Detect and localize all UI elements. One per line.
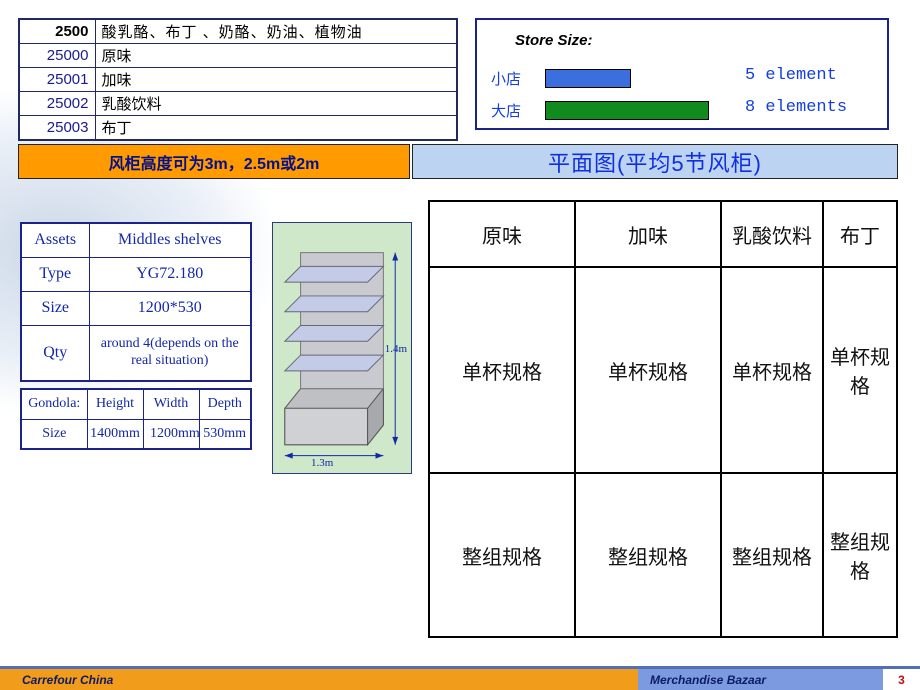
category-name: 乳酸饮料 [95,92,457,116]
size-label: Size [21,291,89,325]
footer-bar: Carrefour China Merchandise Bazaar 3 [0,666,920,690]
small-store-bar [545,69,631,88]
assets-label: Assets [21,223,89,257]
table-row: 整组规格 整组规格 整组规格 整组规格 [429,473,897,637]
plano-header: 加味 [575,201,721,267]
gondola-overlay-text: 1200mm 530mm [150,426,246,442]
plano-cell: 单杯规格 [575,267,721,473]
category-table: 2500 酸乳酪、布丁 、奶酪、奶油、植物油 25000 原味 25001 加味… [18,18,458,141]
category-name: 酸乳酪、布丁 、奶酪、奶油、植物油 [95,19,457,44]
table-row: 25001 加味 [19,68,457,92]
large-store-count: 8 elements [745,98,847,117]
plano-cell: 单杯规格 [429,267,575,473]
banner-planogram-title: 平面图(平均5节风柜) [412,144,898,179]
shelf-height-label: 1.4m [385,343,407,355]
category-code: 2500 [19,19,95,44]
store-size-row-large: 大店 [491,98,709,122]
store-size-panel: Store Size: 小店 大店 5 element 8 elements [475,18,889,130]
assets-panel: Assets Middles shelves Type YG72.180 Siz… [20,222,252,450]
banner-height-note: 风柜高度可为3m，2.5m或2m [18,144,410,179]
type-value: YG72.180 [89,257,251,291]
plano-cell: 整组规格 [429,473,575,637]
assets-value: Middles shelves [89,223,251,257]
gondola-h3: Depth [199,389,251,419]
store-size-row-small: 小店 [491,66,631,90]
table-row: 原味 加味 乳酸饮料 布丁 [429,201,897,267]
footer-mid: Merchandise Bazaar [638,669,883,690]
plano-cell: 单杯规格 [721,267,823,473]
qty-label: Qty [21,325,89,381]
table-row: 25002 乳酸饮料 [19,92,457,116]
plano-header: 原味 [429,201,575,267]
table-row: 2500 酸乳酪、布丁 、奶酪、奶油、植物油 [19,19,457,44]
gondola-h0: Gondola: [21,389,87,419]
gondola-v1: 1400mm [87,419,143,449]
gondola-h2: Width [143,389,199,419]
category-code: 25003 [19,116,95,141]
type-label: Type [21,257,89,291]
category-code: 25000 [19,44,95,68]
small-store-count: 5 element [745,66,837,85]
category-name: 原味 [95,44,457,68]
large-store-label: 大店 [491,100,545,121]
gondola-v0: Size [21,419,87,449]
plano-header: 布丁 [823,201,897,267]
shelf-width-label: 1.3m [311,457,333,469]
table-row: 25000 原味 [19,44,457,68]
category-code: 25001 [19,68,95,92]
store-size-title: Store Size: [515,32,593,49]
small-store-label: 小店 [491,68,545,89]
large-store-bar [545,101,709,120]
qty-value: around 4(depends on the real situation) [89,325,251,381]
gondola-h1: Height [87,389,143,419]
footer-left: Carrefour China [0,669,638,690]
plano-cell: 整组规格 [575,473,721,637]
category-code: 25002 [19,92,95,116]
plano-cell: 整组规格 [823,473,897,637]
plano-cell: 整组规格 [721,473,823,637]
planogram-grid: 原味 加味 乳酸饮料 布丁 单杯规格 单杯规格 单杯规格 单杯规格 整组规格 整… [428,200,898,638]
table-row: 单杯规格 单杯规格 单杯规格 单杯规格 [429,267,897,473]
category-name: 布丁 [95,116,457,141]
table-row: 25003 布丁 [19,116,457,141]
shelf-diagram: 1.4m 1.3m [272,222,412,474]
plano-cell: 单杯规格 [823,267,897,473]
category-name: 加味 [95,68,457,92]
footer-page-number: 3 [883,669,920,690]
assets-table: Assets Middles shelves Type YG72.180 Siz… [20,222,252,382]
plano-header: 乳酸饮料 [721,201,823,267]
size-value: 1200*530 [89,291,251,325]
